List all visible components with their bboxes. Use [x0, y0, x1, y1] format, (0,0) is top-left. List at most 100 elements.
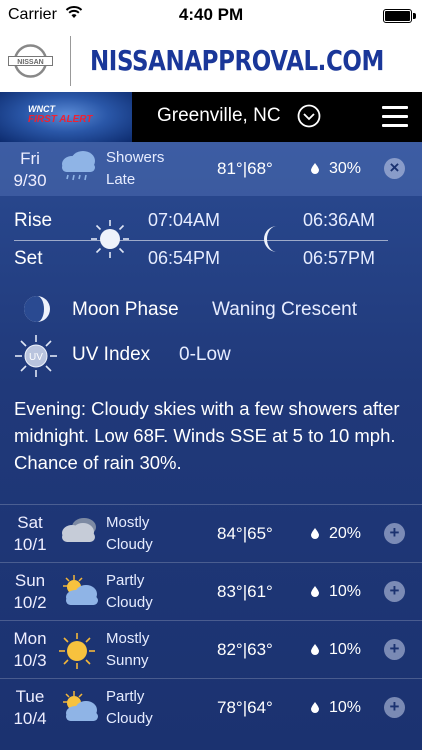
svg-text:NISSAN: NISSAN: [17, 59, 43, 66]
forecast-temps: 84°|65°: [217, 524, 273, 544]
forecast-condition: Mostly Sunny: [106, 628, 149, 672]
forecast-precip: 10%: [329, 699, 362, 716]
expand-button[interactable]: +: [384, 639, 405, 660]
forecast-condition-line2: Cloudy: [106, 594, 153, 611]
moonrise-time: 06:36AM: [303, 210, 376, 230]
forecast-temps: 78°|64°: [217, 698, 273, 718]
forecast-precip: 10%: [329, 641, 362, 658]
raindrop-icon: [311, 644, 319, 655]
forecast-condition: Partly Cloudy: [106, 570, 153, 614]
forecast-panel: Fri 9/30 Showers Late 81°|68° 30% × Rise…: [0, 142, 422, 750]
forecast-condition-line1: Partly: [106, 688, 145, 705]
station-logo-line1: WNCT: [28, 104, 55, 114]
forecast-row[interactable]: Sun 10/2 Partly Cloudy 83°|61° 10% +: [0, 562, 422, 621]
sunny-icon: [57, 631, 97, 676]
forecast-high: 78°: [217, 698, 243, 717]
today-condition: Showers Late: [106, 147, 164, 191]
forecast-low: 65°: [247, 524, 273, 543]
today-low: 68°: [247, 159, 273, 178]
today-row[interactable]: Fri 9/30 Showers Late 81°|68° 30% ×: [0, 142, 422, 196]
ad-url[interactable]: NISSANAPPROVAL.COM: [90, 44, 384, 77]
forecast-day-name: Tue: [15, 687, 45, 706]
clock: 4:40 PM: [178, 5, 244, 24]
forecast-precip: 10%: [329, 583, 362, 600]
forecast-condition-line2: Cloudy: [106, 710, 153, 727]
today-high: 81°: [217, 159, 243, 178]
ad-banner[interactable]: NISSAN NISSANAPPROVAL.COM: [0, 30, 422, 93]
today-condition-line2: Late: [106, 171, 136, 188]
forecast-date: 10/2: [13, 593, 47, 612]
forecast-condition-line2: Cloudy: [106, 536, 153, 553]
forecast-low: 64°: [247, 698, 273, 717]
forecast-date: 10/4: [13, 709, 47, 728]
forecast-high: 84°: [217, 524, 243, 543]
sunset-time: 06:54PM: [148, 248, 221, 268]
partly-cloudy-icon: [57, 573, 101, 614]
moon-phase-label: Moon Phase: [72, 299, 179, 320]
forecast-day-name: Sun: [14, 571, 46, 590]
forecast-condition-line2: Sunny: [106, 652, 149, 669]
ad-divider: [70, 36, 71, 86]
set-label: Set: [14, 248, 43, 269]
chevron-down-icon[interactable]: [297, 104, 321, 128]
forecast-condition-line1: Mostly: [106, 630, 150, 647]
forecast-high: 83°: [217, 582, 243, 601]
forecast-high: 82°: [217, 640, 243, 659]
sunrise-time: 07:04AM: [148, 210, 221, 230]
forecast-low: 61°: [247, 582, 273, 601]
forecast-temps: 82°|63°: [217, 640, 273, 660]
forecast-day-name: Mon: [13, 629, 47, 648]
forecast-row[interactable]: Sat 10/1 Mostly Cloudy 84°|65° 20% +: [0, 504, 422, 563]
forecast-day: Sat 10/1: [0, 512, 60, 556]
moon-phase-value: Waning Crescent: [212, 299, 358, 320]
moon-phase-icon: [24, 296, 50, 322]
forecast-description: Evening: Cloudy skies with a few showers…: [14, 398, 400, 473]
forecast-day: Tue 10/4: [0, 686, 60, 730]
forecast-row[interactable]: Mon 10/3 Mostly Sunny 82°|63° 10% +: [0, 620, 422, 679]
today-date: 9/30: [13, 171, 47, 190]
forecast-condition-line1: Partly: [106, 572, 145, 589]
uv-index-label: UV Index: [72, 344, 151, 365]
uv-icon-text: UV: [29, 352, 43, 363]
forecast-date: 10/1: [13, 535, 47, 554]
hamburger-menu-icon[interactable]: [382, 106, 408, 133]
forecast-condition: Partly Cloudy: [106, 686, 153, 730]
today-day: Fri 9/30: [0, 148, 60, 192]
crescent-moon-icon: [264, 226, 277, 252]
raindrop-icon: [311, 586, 319, 597]
forecast-precip: 20%: [329, 525, 362, 542]
station-logo[interactable]: WNCT FIRST ALERT: [0, 92, 132, 142]
forecast-temps: 83°|61°: [217, 582, 273, 602]
station-logo-line2: FIRST ALERT: [28, 114, 93, 125]
showers-icon: [62, 151, 95, 181]
sun-icon: [91, 220, 129, 258]
forecast-day: Mon 10/3: [0, 628, 60, 672]
today-temps: 81°|68°: [217, 159, 273, 179]
status-bar: Carrier 4:40 PM: [0, 0, 422, 30]
nav-bar: WNCT FIRST ALERT Greenville, NC: [0, 92, 422, 142]
cloudy-icon: [57, 515, 101, 554]
forecast-day-name: Sat: [17, 513, 43, 532]
collapse-button[interactable]: ×: [384, 158, 405, 179]
today-day-name: Fri: [20, 149, 40, 168]
today-detail: Rise Set 07:04AM 06:54PM 06:36AM 06:57PM…: [0, 196, 422, 504]
rise-set-divider: [14, 240, 388, 241]
location-selector[interactable]: Greenville, NC: [157, 105, 281, 127]
battery-icon: [383, 9, 416, 23]
expand-button[interactable]: +: [384, 697, 405, 718]
today-condition-line1: Showers: [106, 149, 165, 166]
forecast-condition-line1: Mostly: [106, 514, 150, 531]
rise-label: Rise: [14, 210, 53, 231]
uv-index-value: 0-Low: [179, 344, 231, 365]
today-precip: 30%: [329, 160, 362, 177]
nissan-logo-icon: NISSAN: [8, 44, 53, 78]
partly-cloudy-icon: [57, 689, 101, 730]
moonset-time: 06:57PM: [303, 248, 376, 268]
forecast-condition: Mostly Cloudy: [106, 512, 153, 556]
raindrop-icon: [311, 163, 319, 174]
expand-button[interactable]: +: [384, 581, 405, 602]
forecast-row[interactable]: Tue 10/4 Partly Cloudy 78°|64° 10% +: [0, 678, 422, 737]
forecast-date: 10/3: [13, 651, 47, 670]
raindrop-icon: [311, 702, 319, 713]
expand-button[interactable]: +: [384, 523, 405, 544]
